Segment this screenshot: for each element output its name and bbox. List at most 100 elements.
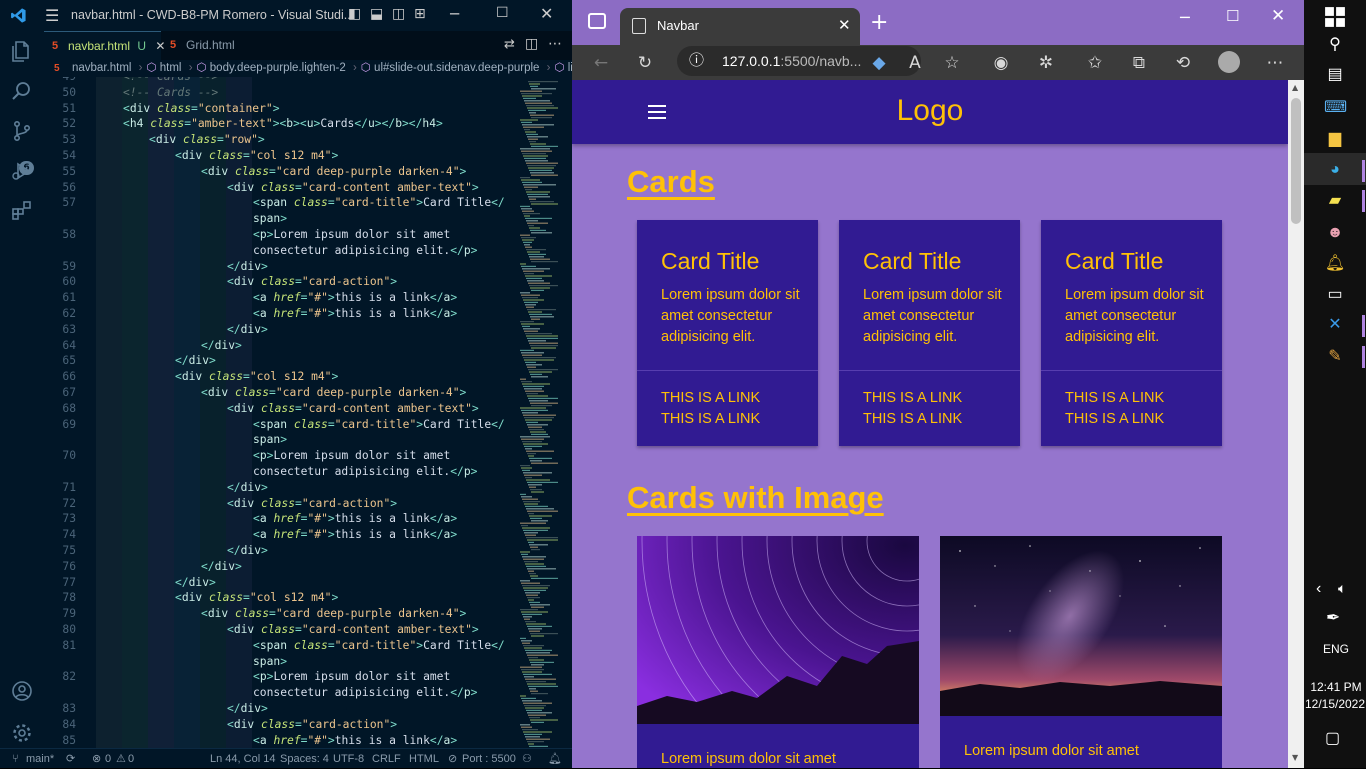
code-line[interactable]: 67 <div class="card deep-purple darken-4"… (44, 385, 518, 401)
input-language[interactable]: ENG (1323, 642, 1349, 656)
browser-tab[interactable]: Navbar ✕ (620, 8, 860, 45)
code-line[interactable]: 70 <p>Lorem ipsum dolor sit amet (44, 448, 518, 464)
code-line[interactable]: 79 <div class="card deep-purple darken-4"… (44, 606, 518, 622)
code-line[interactable]: 72 <div class="card-action"> (44, 496, 518, 512)
open-changes-icon[interactable]: ⇄ (504, 37, 515, 52)
browser-minimize-icon[interactable]: ─ (1180, 8, 1190, 27)
card-link[interactable]: THIS IS A LINK (863, 390, 962, 406)
feedback-icon[interactable]: ⚇ (522, 749, 532, 769)
layout-sidebar-icon[interactable]: ◧ (348, 6, 361, 22)
code-line[interactable]: 80 <div class="card-content amber-text"> (44, 622, 518, 638)
scroll-down-icon[interactable]: ▼ (1292, 753, 1298, 762)
history-icon[interactable]: ⟲ (1172, 52, 1194, 74)
task-view-icon[interactable]: ▤ (1324, 64, 1346, 86)
code-line[interactable]: 85 <a href="#">this is a link</a> (44, 733, 518, 748)
settings-more-icon[interactable]: ⋯ (1264, 52, 1286, 74)
code-line[interactable]: 82 <p>Lorem ipsum dolor sit amet (44, 669, 518, 685)
code-line[interactable]: 51 <div class="container"> (44, 101, 518, 117)
settings-gear-icon[interactable] (10, 721, 34, 745)
code-line[interactable]: 83 </div> (44, 701, 518, 717)
code-line[interactable]: 58 <p>Lorem ipsum dolor sit amet (44, 227, 518, 243)
back-icon[interactable]: ← (590, 52, 612, 74)
code-line[interactable]: consectetur adipisicing elit.</p> (44, 464, 518, 480)
coupon-tag-icon[interactable]: ◆ (868, 52, 890, 74)
app-icon[interactable]: ☻ (1324, 222, 1346, 244)
notification-center-icon[interactable]: ▢ (1325, 728, 1340, 748)
tab-navbar-html[interactable]: 5 navbar.html U ✕ (44, 31, 165, 60)
maximize-icon[interactable]: ☐ (496, 5, 509, 21)
close-tab-icon[interactable]: ✕ (838, 16, 851, 34)
breadcrumb-item[interactable]: html (160, 62, 182, 74)
code-line[interactable]: span> (44, 654, 518, 670)
notification-app-icon[interactable]: 🔔︎ (1324, 253, 1346, 275)
site-info-icon[interactable]: ⓘ (689, 46, 704, 76)
customize-layout-icon[interactable]: ⊞ (414, 6, 426, 22)
code-line[interactable]: 64 </div> (44, 338, 518, 354)
breadcrumb-item[interactable]: ul#slide-out.sidenav.deep-purple (374, 62, 539, 74)
code-line[interactable]: consectetur adipisicing elit.</p> (44, 685, 518, 701)
code-line[interactable]: 75 </div> (44, 543, 518, 559)
editor-scrollbar[interactable] (560, 77, 572, 748)
keyboard-app-icon[interactable]: ⌨ (1324, 97, 1347, 119)
explorer-icon[interactable] (10, 39, 34, 63)
split-editor-icon[interactable]: ◫ (525, 36, 538, 52)
encoding[interactable]: UTF-8 (333, 749, 364, 769)
minimize-icon[interactable]: ─ (450, 5, 459, 23)
cursor-position[interactable]: Ln 44, Col 14 (210, 749, 275, 769)
account-icon[interactable] (10, 679, 34, 703)
clock-time[interactable]: 12:41 PM (1310, 680, 1362, 694)
code-line[interactable]: 71 </div> (44, 480, 518, 496)
source-control-icon[interactable] (10, 119, 34, 143)
brand-logo[interactable]: Logo (572, 94, 1288, 128)
profile-avatar[interactable] (1218, 51, 1240, 73)
screenshot-icon[interactable]: ◉ (990, 52, 1012, 74)
collections-icon[interactable]: ⧉ (1128, 52, 1150, 74)
edge-browser-icon[interactable]: ◕ (1324, 159, 1346, 181)
menu-icon[interactable]: ☰ (45, 6, 59, 25)
code-line[interactable]: 50 <!-- Cards --> (44, 85, 518, 101)
code-line[interactable]: 53 <div class="row"> (44, 132, 518, 148)
sync-icon[interactable]: ⟳ (66, 749, 75, 769)
code-line[interactable]: 57 <span class="card-title">Card Title</ (44, 195, 518, 211)
notifications-icon[interactable]: 🔔︎ (548, 749, 562, 769)
code-line[interactable]: span> (44, 211, 518, 227)
volume-icon[interactable]: 🔈︎ (1338, 580, 1346, 597)
branch-name[interactable]: main* (26, 749, 54, 769)
code-line[interactable]: 81 <span class="card-title">Card Title</ (44, 638, 518, 654)
code-line[interactable]: 69 <span class="card-title">Card Title</ (44, 417, 518, 433)
read-aloud-icon[interactable]: A (904, 52, 926, 74)
more-actions-icon[interactable]: ⋯ (548, 36, 562, 52)
indentation[interactable]: Spaces: 4 (280, 749, 329, 769)
card-link[interactable]: THIS IS A LINK (1065, 390, 1164, 406)
code-line[interactable]: 54 <div class="col s12 m4"> (44, 148, 518, 164)
card-link[interactable]: THIS IS A LINK (1065, 411, 1164, 427)
refresh-icon[interactable]: ↻ (634, 52, 656, 74)
code-editor[interactable]: 49 <!-- Cards --> 50 <!-- Cards --> 51 <div c… (44, 77, 518, 748)
clock-date[interactable]: 12/15/2022 (1304, 697, 1366, 711)
extensions-icon[interactable] (10, 199, 34, 223)
close-icon[interactable]: ✕ (540, 4, 553, 23)
sticky-notes-icon[interactable]: ▰ (1324, 190, 1346, 212)
add-favorite-icon[interactable]: ☆ (941, 52, 963, 74)
code-line[interactable]: 61 <a href="#">this is a link</a> (44, 290, 518, 306)
tab-grid-html[interactable]: 5 Grid.html (162, 31, 258, 60)
remote-desktop-icon[interactable]: ▭ (1324, 284, 1346, 306)
code-line[interactable]: 77 </div> (44, 575, 518, 591)
extensions-icon[interactable]: ✲ (1035, 52, 1057, 74)
code-line[interactable]: 59 </div> (44, 259, 518, 275)
code-line[interactable]: 55 <div class="card deep-purple darken-4"… (44, 164, 518, 180)
browser-close-icon[interactable]: ✕ (1271, 6, 1285, 26)
warning-count[interactable]: 0 (128, 749, 134, 769)
code-line[interactable]: 68 <div class="card-content amber-text"> (44, 401, 518, 417)
code-line[interactable]: 65 </div> (44, 353, 518, 369)
card-link[interactable]: THIS IS A LINK (661, 390, 760, 406)
minimap[interactable] (518, 77, 560, 748)
tab-actions-icon[interactable] (588, 13, 606, 29)
language-mode[interactable]: HTML (409, 749, 439, 769)
browser-maximize-icon[interactable]: ☐ (1226, 7, 1239, 25)
breadcrumb-item[interactable]: body.deep-purple.lighten-2 (210, 62, 346, 74)
code-line[interactable]: 74 <a href="#">this is a link</a> (44, 527, 518, 543)
code-line[interactable]: 84 <div class="card-action"> (44, 717, 518, 733)
windows-start-icon[interactable] (1324, 6, 1346, 28)
code-line[interactable]: 63 </div> (44, 322, 518, 338)
